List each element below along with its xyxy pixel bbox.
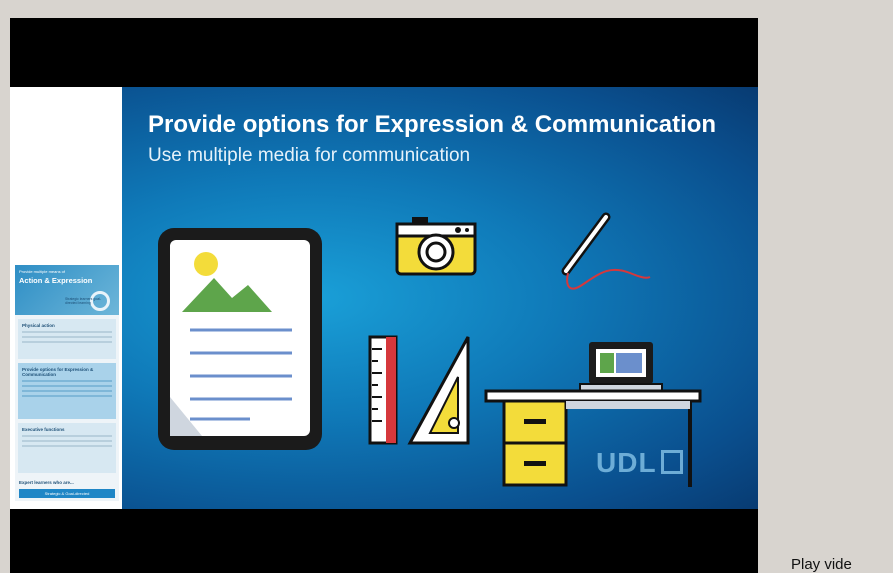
- play-video-link[interactable]: Play vide: [791, 556, 852, 573]
- video-frame: Provide multiple means of Action & Expre…: [10, 87, 758, 509]
- udl-logo: UDL: [596, 447, 683, 479]
- slide-illustration: [158, 212, 702, 487]
- pen-icon: [561, 212, 651, 290]
- camera-icon: [395, 217, 477, 276]
- tablet-icon: [158, 228, 322, 450]
- set-square-icon: [407, 336, 470, 445]
- laptop-icon: [579, 342, 663, 392]
- video-player[interactable]: Provide multiple means of Action & Expre…: [10, 18, 758, 573]
- ruler-icon: [368, 335, 398, 445]
